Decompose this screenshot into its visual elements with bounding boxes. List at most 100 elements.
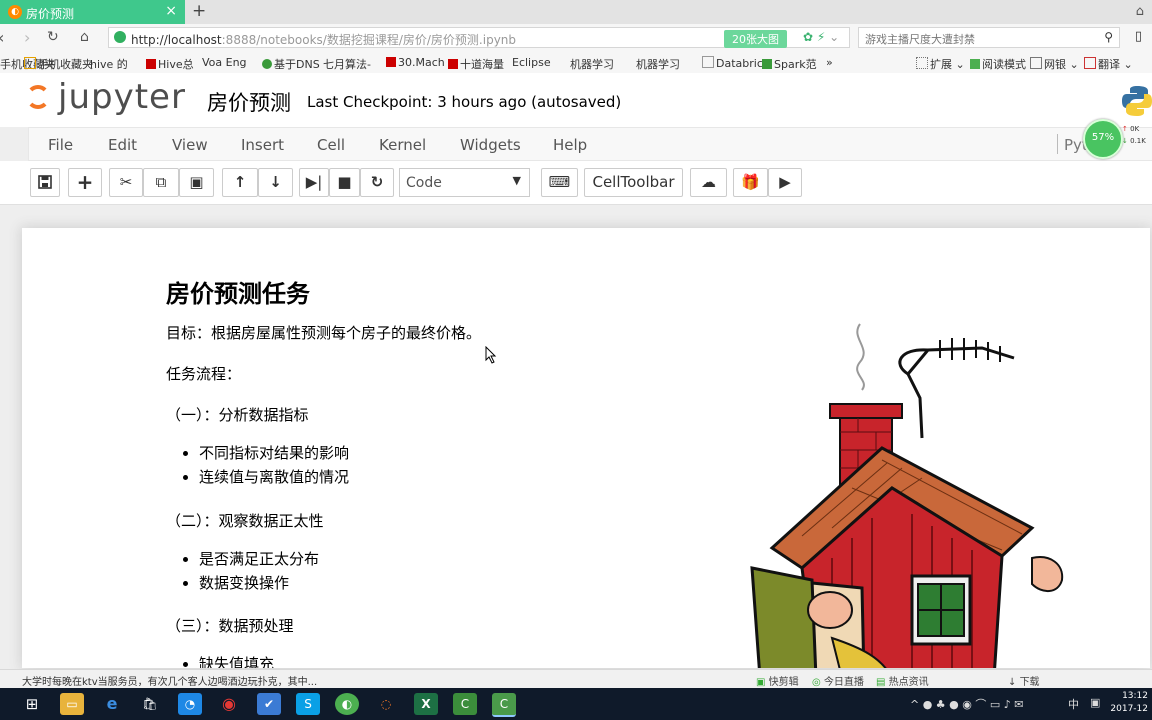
clock[interactable]: 13:12 2017-12 <box>1110 690 1148 716</box>
excel-icon[interactable]: X <box>414 693 438 715</box>
paste-button[interactable]: ▣ <box>179 168 214 197</box>
new-tab-icon[interactable]: + <box>192 1 206 21</box>
store-icon[interactable]: 🛍 <box>138 693 162 715</box>
bookmark-item[interactable]: 30.Mach <box>386 56 445 69</box>
mouse-cursor-icon <box>485 346 497 364</box>
menu-view[interactable]: View <box>172 136 208 154</box>
search-input[interactable]: 游戏主播尺度大遭封禁 ⚲ <box>858 27 1120 48</box>
forward-icon[interactable]: › <box>24 28 30 47</box>
bookmark-item[interactable]: hive 的 <box>90 56 128 72</box>
bookmark-item[interactable]: Databric <box>702 56 763 70</box>
jupyter-logo-icon[interactable] <box>26 85 50 109</box>
bookmark-item[interactable]: 机器学习 <box>636 56 680 72</box>
network-speed-badge[interactable]: 57% <box>1083 119 1123 159</box>
notification-icon[interactable]: ▣ <box>1090 696 1100 709</box>
bookmark-item[interactable]: 基于DNS <box>262 56 320 72</box>
notebook-name[interactable]: 房价预测 <box>207 87 291 117</box>
close-tab-icon[interactable]: × <box>165 3 177 19</box>
upload-button[interactable]: ☁ <box>690 168 727 197</box>
list-item: 是否满足正太分布 <box>199 547 319 571</box>
extension-icons[interactable]: ✿ ⚡ ⌄ <box>803 30 839 44</box>
cut-button[interactable]: ✂ <box>109 168 143 197</box>
menu-widgets[interactable]: Widgets <box>460 136 521 154</box>
bookmark-item[interactable]: Spark范 <box>762 56 817 72</box>
browser-tab-active[interactable]: ◐ 房价预测 × <box>0 0 185 24</box>
bookmark-item[interactable]: Eclipse <box>512 56 551 69</box>
search-icon[interactable]: ⚲ <box>1104 30 1113 44</box>
youtube-button[interactable]: ▶ <box>768 168 802 197</box>
paste-icon: ▣ <box>189 173 204 191</box>
system-tray-icons[interactable]: ^ ● ♣ ● ◉ ⌒ ▭ ♪ ✉ <box>910 696 1023 712</box>
checkpoint-status: Last Checkpoint: 3 hours ago (autosaved) <box>307 93 622 111</box>
bookmark-item[interactable]: 七月算法- <box>323 56 371 72</box>
extensions-menu[interactable]: 扩展 ⌄ <box>916 56 965 72</box>
image-badge[interactable]: 20张大图 <box>724 30 787 48</box>
menu-insert[interactable]: Insert <box>241 136 284 154</box>
app-icon[interactable]: C <box>492 693 516 717</box>
gift-button[interactable]: 🎁 <box>733 168 768 197</box>
menu-kernel[interactable]: Kernel <box>379 136 426 154</box>
ime-indicator[interactable]: 中 <box>1068 696 1079 712</box>
netbank-menu[interactable]: 网银 ⌄ <box>1030 56 1079 72</box>
stop-icon: ■ <box>337 173 352 191</box>
secure-icon <box>114 31 126 43</box>
back-icon[interactable]: ‹ <box>0 28 4 47</box>
address-bar-row: ‹ › ↻ ⌂ http://localhost:8888/notebooks/… <box>0 24 1152 53</box>
file-explorer-icon[interactable]: ▭ <box>60 693 84 715</box>
menu-edit[interactable]: Edit <box>108 136 137 154</box>
app-icon[interactable]: ✔ <box>257 693 281 715</box>
reload-icon[interactable]: ↻ <box>47 29 59 45</box>
skin-icon[interactable]: ⌂ <box>1136 4 1144 19</box>
menu-cell[interactable]: Cell <box>317 136 345 154</box>
step1-list: 不同指标对结果的影响 连续值与离散值的情况 <box>166 441 349 489</box>
step-forward-icon: ▶| <box>305 173 323 191</box>
bookmark-item[interactable]: Hive总 <box>146 56 194 72</box>
move-up-button[interactable]: ↑ <box>222 168 258 197</box>
status-item[interactable]: ▣ 快剪辑 <box>756 673 799 688</box>
chrome-icon[interactable]: ◉ <box>217 693 241 715</box>
cell-type-select[interactable]: Code ▼ <box>399 168 530 197</box>
cell-heading: 房价预测任务 <box>166 280 310 308</box>
list-item: 数据变换操作 <box>199 571 319 595</box>
save-button[interactable] <box>30 168 60 197</box>
bookmarks-more[interactable]: » <box>826 56 833 69</box>
insert-cell-button[interactable]: + <box>68 168 102 197</box>
download-item[interactable]: ↓ 下载 <box>1008 673 1040 688</box>
copy-button[interactable]: ⧉ <box>143 168 179 197</box>
browser-360-icon[interactable]: ◐ <box>335 693 359 715</box>
translate-menu[interactable]: 翻译 ⌄ <box>1084 56 1133 72</box>
bookmark-item[interactable]: 手机收藏夹 <box>24 56 93 72</box>
play-video-icon: ▶ <box>779 173 791 191</box>
phone-icon[interactable]: ▯ <box>1135 29 1142 44</box>
start-icon[interactable]: ⊞ <box>20 693 44 715</box>
bookmark-item[interactable]: Voa Eng <box>202 56 247 69</box>
gift-icon: 🎁 <box>741 173 760 191</box>
list-item: 连续值与离散值的情况 <box>199 465 349 489</box>
arrow-up-icon: ↑ <box>233 173 247 191</box>
move-down-button[interactable]: ↓ <box>258 168 293 197</box>
process-label: 任务流程： <box>166 365 242 383</box>
menu-file[interactable]: File <box>48 136 73 154</box>
reading-mode[interactable]: 阅读模式 <box>970 56 1026 72</box>
menu-help[interactable]: Help <box>553 136 587 154</box>
status-item[interactable]: ▤ 热点资讯 <box>876 673 929 688</box>
app-icon[interactable]: C <box>453 693 477 715</box>
run-button[interactable]: ▶| <box>299 168 329 197</box>
keyboard-icon: ⌨ <box>548 173 571 191</box>
url-input[interactable]: http://localhost:8888/notebooks/数据挖掘课程/房… <box>108 27 850 48</box>
celltoolbar-button[interactable]: CellToolbar <box>584 168 683 197</box>
edge-icon[interactable]: e <box>100 693 124 715</box>
interrupt-button[interactable]: ■ <box>329 168 360 197</box>
jupyter-logo-text[interactable]: jupyter <box>58 77 186 117</box>
app-icon[interactable]: ◔ <box>178 693 202 715</box>
bookmark-item[interactable]: 机器学习 <box>570 56 614 72</box>
command-palette-button[interactable]: ⌨ <box>541 168 578 197</box>
restart-button[interactable]: ↻ <box>360 168 394 197</box>
news-ticker[interactable]: 大学时每晚在ktv当服务员，有次几个客人边喝酒边玩扑克，其中... <box>22 673 317 688</box>
browser-status-bar: 大学时每晚在ktv当服务员，有次几个客人边喝酒边玩扑克，其中... ▣ 快剪辑 … <box>0 669 1152 689</box>
home-icon[interactable]: ⌂ <box>80 29 89 45</box>
bookmark-item[interactable]: 十道海量 <box>448 56 504 72</box>
skype-icon[interactable]: S <box>296 693 320 715</box>
status-item[interactable]: ◎ 今日直播 <box>812 673 864 688</box>
jupyter-icon[interactable]: ◌ <box>374 693 398 715</box>
